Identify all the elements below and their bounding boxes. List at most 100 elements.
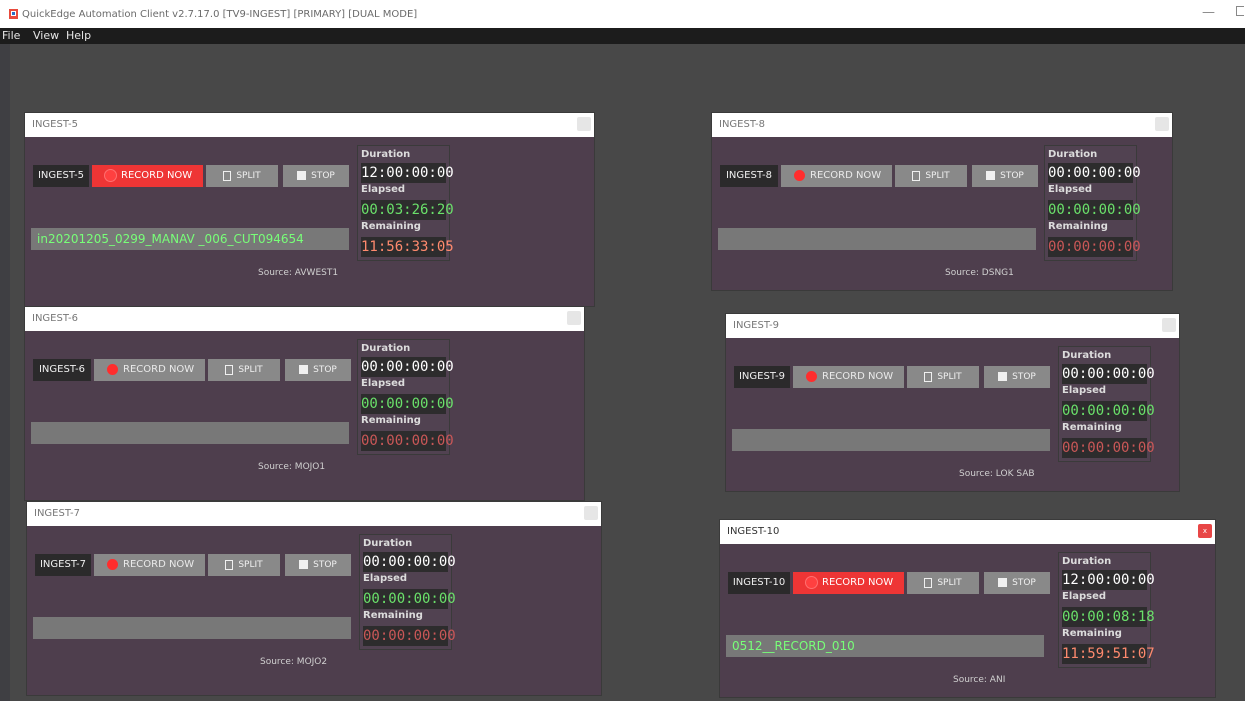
elapsed-label: Elapsed (1062, 591, 1107, 602)
stop-label: STOP (313, 365, 337, 375)
elapsed-value: 00:03:26:20 (361, 200, 454, 220)
panel-title: INGEST-5 (32, 119, 79, 130)
panel-close-button[interactable]: x (577, 117, 591, 131)
split-button[interactable]: SPLIT (208, 554, 280, 576)
record-dot-icon (806, 577, 817, 588)
split-label: SPLIT (937, 578, 962, 588)
duration-label: Duration (1062, 556, 1112, 567)
menu-file[interactable]: File (2, 29, 20, 42)
remaining-value: 11:56:33:05 (361, 237, 454, 257)
panel-close-button[interactable]: x (567, 311, 581, 325)
filename-field[interactable]: in20201205_0299_MANAV _006_CUT094654 (31, 228, 349, 250)
record-dot-icon (107, 559, 118, 570)
split-icon (924, 371, 933, 382)
remaining-value: 11:59:51:07 (1062, 644, 1155, 664)
record-now-button[interactable]: RECORD NOW (92, 165, 203, 187)
panel-header[interactable]: INGEST-10 x (720, 520, 1215, 544)
filename-field[interactable] (718, 228, 1036, 250)
remaining-label: Remaining (363, 610, 423, 621)
split-button[interactable]: SPLIT (907, 366, 979, 388)
record-now-label: RECORD NOW (822, 577, 894, 588)
stop-icon (986, 171, 996, 180)
minimize-button[interactable]: — (1202, 5, 1215, 20)
panel-close-button[interactable]: x (1198, 524, 1212, 538)
duration-label: Duration (363, 538, 413, 549)
stop-icon (299, 365, 309, 374)
duration-value: 00:00:00:00 (1062, 364, 1155, 384)
record-now-button[interactable]: RECORD NOW (793, 366, 904, 388)
split-button[interactable]: SPLIT (907, 572, 979, 594)
stop-label: STOP (1012, 578, 1036, 588)
stop-button[interactable]: STOP (283, 165, 349, 187)
duration-label: Duration (361, 343, 411, 354)
duration-label: Duration (361, 149, 411, 160)
duration-label: Duration (1062, 350, 1112, 361)
window-title: QuickEdge Automation Client v2.7.17.0 [T… (22, 9, 418, 20)
stop-label: STOP (1000, 171, 1024, 181)
filename-field[interactable] (33, 617, 351, 639)
record-now-label: RECORD NOW (121, 170, 193, 181)
remaining-label: Remaining (361, 221, 421, 232)
panel-header[interactable]: INGEST-8 x (712, 113, 1172, 137)
elapsed-value: 00:00:00:00 (1062, 401, 1155, 421)
record-now-button[interactable]: RECORD NOW (94, 554, 205, 576)
elapsed-label: Elapsed (361, 378, 406, 389)
split-button[interactable]: SPLIT (208, 359, 280, 381)
stop-button[interactable]: STOP (984, 366, 1050, 388)
elapsed-label: Elapsed (363, 573, 408, 584)
ingest-panel: INGEST-5 x INGEST-5 RECORD NOW SPLIT STO… (25, 113, 594, 306)
split-button[interactable]: SPLIT (206, 165, 278, 187)
duration-value: 12:00:00:00 (361, 163, 454, 183)
panel-close-button[interactable]: x (584, 506, 598, 520)
elapsed-value: 00:00:00:00 (363, 589, 456, 609)
split-button[interactable]: SPLIT (895, 165, 967, 187)
timer-box: Duration 00:00:00:00 Elapsed 00:00:00:00… (1058, 346, 1155, 462)
ingest-panel: INGEST-8 x INGEST-8 RECORD NOW SPLIT STO… (712, 113, 1172, 290)
record-now-button[interactable]: RECORD NOW (94, 359, 205, 381)
record-now-label: RECORD NOW (810, 170, 882, 181)
panel-header[interactable]: INGEST-6 x (25, 307, 584, 331)
source-label: Source: ANI (953, 675, 1006, 685)
stop-button[interactable]: STOP (984, 572, 1050, 594)
split-label: SPLIT (238, 365, 263, 375)
duration-value: 12:00:00:00 (1062, 570, 1155, 590)
remaining-label: Remaining (1048, 221, 1108, 232)
duration-value: 00:00:00:00 (1048, 163, 1141, 183)
record-now-button[interactable]: RECORD NOW (781, 165, 892, 187)
stop-label: STOP (313, 560, 337, 570)
stop-icon (297, 171, 307, 180)
stop-label: STOP (311, 171, 335, 181)
panel-title: INGEST-6 (32, 313, 79, 324)
stop-button[interactable]: STOP (972, 165, 1038, 187)
remaining-label: Remaining (1062, 628, 1122, 639)
filename-field[interactable] (31, 422, 349, 444)
panel-header[interactable]: INGEST-7 x (27, 502, 601, 526)
split-icon (225, 559, 234, 570)
stop-button[interactable]: STOP (285, 359, 351, 381)
elapsed-label: Elapsed (361, 184, 406, 195)
channel-label: INGEST-5 (33, 165, 89, 187)
filename-field[interactable] (732, 429, 1050, 451)
record-now-button[interactable]: RECORD NOW (793, 572, 904, 594)
panel-close-button[interactable]: x (1162, 318, 1176, 332)
stop-button[interactable]: STOP (285, 554, 351, 576)
remaining-value: 00:00:00:00 (361, 431, 454, 451)
timer-box: Duration 12:00:00:00 Elapsed 00:00:08:18… (1058, 552, 1155, 668)
source-label: Source: DSNG1 (945, 268, 1014, 278)
menu-view[interactable]: View (33, 29, 59, 42)
menu-help[interactable]: Help (66, 29, 91, 42)
duration-label: Duration (1048, 149, 1098, 160)
maximize-button[interactable] (1236, 6, 1244, 16)
remaining-value: 00:00:00:00 (1048, 237, 1141, 257)
record-dot-icon (107, 364, 118, 375)
ingest-panel: INGEST-10 x INGEST-10 RECORD NOW SPLIT S… (720, 520, 1215, 697)
filename-field[interactable]: 0512__RECORD_010 (726, 635, 1044, 657)
timer-box: Duration 12:00:00:00 Elapsed 00:03:26:20… (357, 145, 454, 261)
remaining-label: Remaining (1062, 422, 1122, 433)
panel-header[interactable]: INGEST-5 x (25, 113, 594, 137)
panel-close-button[interactable]: x (1155, 117, 1169, 131)
panel-header[interactable]: INGEST-9 x (726, 314, 1179, 338)
record-dot-icon (806, 371, 817, 382)
elapsed-label: Elapsed (1048, 184, 1093, 195)
app-logo-icon (9, 9, 18, 19)
